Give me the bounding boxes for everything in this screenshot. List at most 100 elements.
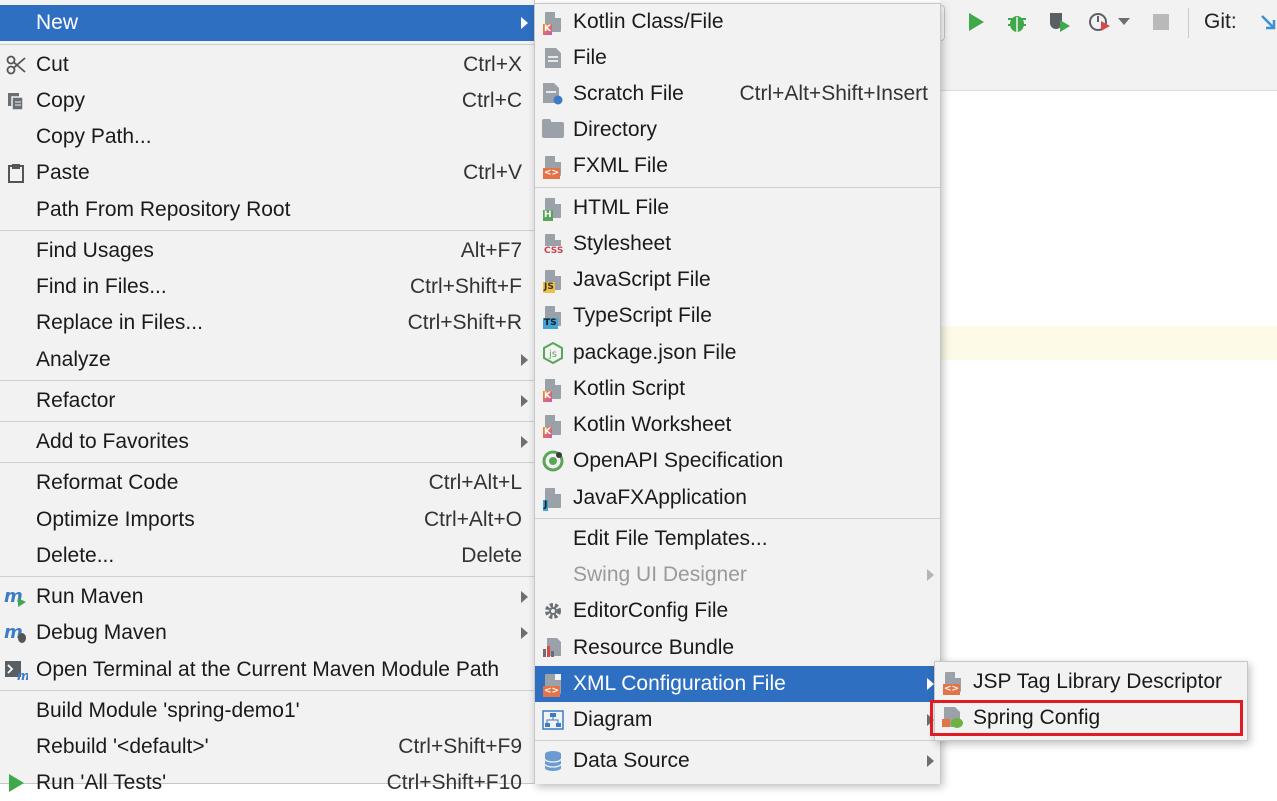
resource-bundle-icon [541, 636, 565, 660]
editor-tab-strip [940, 46, 1277, 91]
menu-item-scratch-file[interactable]: Scratch File Ctrl+Alt+Shift+Insert [535, 76, 940, 112]
menu-item-kotlin-worksheet[interactable]: K Kotlin Worksheet [535, 407, 940, 443]
menu-item-debug-maven[interactable]: m Debug Maven [0, 615, 534, 651]
html-file-icon: H [541, 196, 565, 221]
menu-item-analyze[interactable]: Analyze [0, 342, 534, 378]
menu-item-typescript-file[interactable]: TS TypeScript File [535, 298, 940, 334]
menu-item-kotlin-script[interactable]: K Kotlin Script [535, 371, 940, 407]
menu-item-fxml-file[interactable]: <> FXML File [535, 148, 940, 184]
menu-separator [535, 740, 940, 741]
menu-item-delete[interactable]: Delete... Delete [0, 538, 534, 574]
menu-item-run-all-tests[interactable]: Run 'All Tests' Ctrl+Shift+F10 [0, 765, 534, 801]
menu-item-data-source[interactable]: Data Source [535, 743, 940, 779]
vcs-update-icon[interactable] [1256, 10, 1277, 34]
menu-item-open-terminal[interactable]: m Open Terminal at the Current Maven Mod… [0, 652, 534, 688]
menu-item-javascript-file[interactable]: JS JavaScript File [535, 262, 940, 298]
menu-item-copy-path[interactable]: Copy Path... [0, 119, 534, 155]
submenu-arrow-icon [927, 755, 934, 767]
toolbar-separator [1188, 8, 1189, 38]
menu-item-copy[interactable]: Copy Ctrl+C [0, 83, 534, 119]
menu-separator [0, 421, 534, 422]
menu-item-diagram[interactable]: Diagram [535, 702, 940, 738]
stop-icon[interactable] [1149, 10, 1173, 34]
menu-item-xml-configuration-file[interactable]: <> XML Configuration File [535, 666, 940, 702]
kotlin-script-icon: K [541, 377, 565, 402]
highlight-box [930, 700, 1243, 736]
fxml-file-icon: <> [541, 154, 565, 179]
menu-item-html-file[interactable]: H HTML File [535, 190, 940, 226]
scissors-icon [4, 53, 28, 77]
menu-separator [535, 518, 940, 519]
xml-file-icon: <> [541, 672, 565, 697]
menu-separator [0, 576, 534, 577]
menu-item-directory[interactable]: Directory [535, 112, 940, 148]
nodejs-icon: js [541, 341, 565, 365]
menu-item-package-json-file[interactable]: js package.json File [535, 335, 940, 371]
menu-item-swing-ui-designer[interactable]: Swing UI Designer [535, 557, 940, 593]
menu-item-reformat-code[interactable]: Reformat Code Ctrl+Alt+L [0, 465, 534, 501]
menu-item-file[interactable]: File [535, 40, 940, 76]
menu-item-resource-bundle[interactable]: Resource Bundle [535, 630, 940, 666]
new-submenu: K Kotlin Class/File File Scratch File Ct… [534, 3, 941, 784]
run-icon[interactable] [964, 10, 988, 34]
submenu-arrow-icon [521, 627, 528, 639]
scratch-file-icon [541, 82, 565, 106]
menu-item-javafxapplication[interactable]: J JavaFXApplication [535, 480, 940, 516]
javafx-file-icon: J [541, 486, 565, 511]
menu-separator [0, 44, 534, 45]
js-file-icon: JS [541, 268, 565, 293]
clipboard-icon [4, 161, 28, 185]
submenu-arrow-icon [521, 591, 528, 603]
profiler-icon[interactable] [1088, 10, 1112, 34]
menu-item-build-module[interactable]: Build Module 'spring-demo1' [0, 693, 534, 729]
menu-item-path-from-repository-root[interactable]: Path From Repository Root [0, 192, 534, 228]
menu-item-replace-in-files[interactable]: Replace in Files... Ctrl+Shift+R [0, 305, 534, 341]
menu-item-kotlin-class-file[interactable]: K Kotlin Class/File [535, 4, 940, 40]
maven-debug-icon: m [4, 621, 28, 645]
menu-item-editorconfig-file[interactable]: EditorConfig File [535, 593, 940, 629]
menu-item-rebuild[interactable]: Rebuild '<default>' Ctrl+Shift+F9 [0, 729, 534, 765]
menu-item-edit-file-templates[interactable]: Edit File Templates... [535, 521, 940, 557]
menu-item-find-usages[interactable]: Find Usages Alt+F7 [0, 233, 534, 269]
menu-item-openapi-specification[interactable]: OpenAPI Specification [535, 443, 940, 479]
editor-current-line [940, 326, 1277, 360]
menu-item-add-to-favorites[interactable]: Add to Favorites [0, 424, 534, 460]
submenu-arrow-icon [927, 569, 934, 581]
ts-file-icon: TS [541, 304, 565, 329]
menu-item-jsp-tag-library-descriptor[interactable]: <> JSP Tag Library Descriptor [935, 664, 1247, 700]
menu-item-cut[interactable]: Cut Ctrl+X [0, 47, 534, 83]
menu-item-paste[interactable]: Paste Ctrl+V [0, 155, 534, 191]
run-icon [4, 771, 28, 795]
menu-item-run-maven[interactable]: m Run Maven [0, 579, 534, 615]
menu-separator [0, 690, 534, 691]
submenu-arrow-icon [521, 395, 528, 407]
chevron-down-icon[interactable] [1116, 10, 1132, 34]
debug-icon[interactable] [1005, 10, 1029, 34]
submenu-arrow-icon [521, 17, 528, 29]
xml-file-icon: <> [941, 670, 965, 695]
folder-icon [541, 118, 565, 142]
submenu-arrow-icon [521, 436, 528, 448]
menu-item-refactor[interactable]: Refactor [0, 383, 534, 419]
git-label: Git: [1204, 10, 1237, 33]
terminal-icon: m [4, 658, 28, 682]
kotlin-worksheet-icon: K [541, 413, 565, 438]
menu-item-new[interactable]: New [0, 5, 534, 41]
menu-separator [0, 380, 534, 381]
menu-item-find-in-files[interactable]: Find in Files... Ctrl+Shift+F [0, 269, 534, 305]
submenu-arrow-icon [927, 678, 934, 690]
text-file-icon [541, 46, 565, 70]
diagram-icon [541, 708, 565, 732]
menu-separator [0, 230, 534, 231]
menu-item-stylesheet[interactable]: CSS Stylesheet [535, 226, 940, 262]
coverage-icon[interactable] [1047, 10, 1071, 34]
menu-separator [535, 187, 940, 188]
menu-item-optimize-imports[interactable]: Optimize Imports Ctrl+Alt+O [0, 502, 534, 538]
menu-separator [0, 462, 534, 463]
openapi-icon [541, 449, 565, 473]
database-icon [541, 749, 565, 773]
svg-text:m: m [17, 669, 28, 681]
maven-run-icon: m [4, 585, 28, 609]
gear-icon [541, 599, 565, 623]
css-file-icon: CSS [541, 232, 565, 257]
